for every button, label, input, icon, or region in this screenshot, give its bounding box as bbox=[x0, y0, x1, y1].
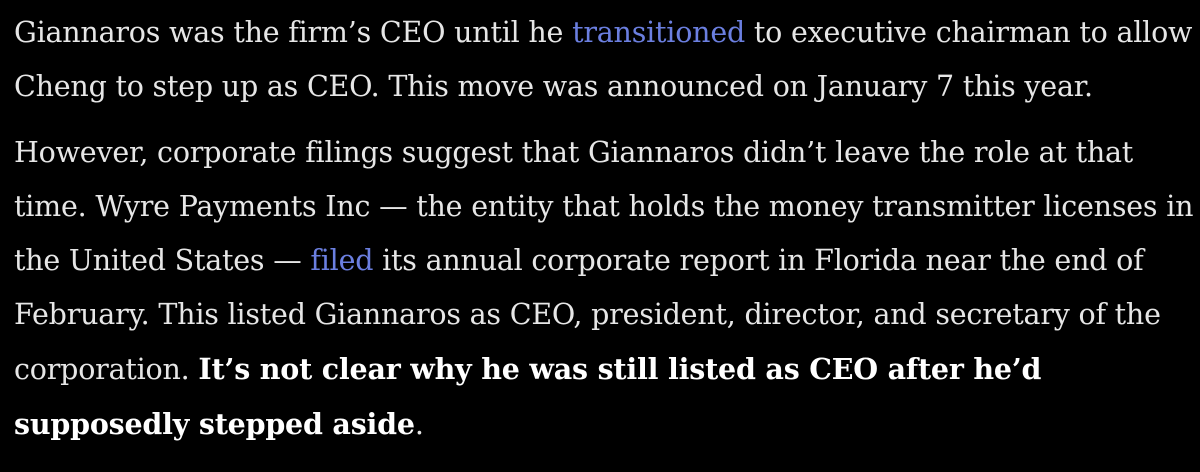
paragraph-corporate-filings: However, corporate filings suggest that … bbox=[14, 126, 1194, 452]
paragraph-1-text-start: Giannaros was the firm’s CEO until he bbox=[14, 16, 573, 49]
paragraph-2-closing: . bbox=[414, 408, 424, 441]
paragraph-ceo-transition: Giannaros was the firm’s CEO until he tr… bbox=[14, 6, 1194, 114]
transitioned-link[interactable]: transitioned bbox=[572, 16, 745, 49]
article-body: Giannaros was the firm’s CEO until he tr… bbox=[14, 6, 1194, 464]
filed-link[interactable]: filed bbox=[310, 244, 373, 277]
